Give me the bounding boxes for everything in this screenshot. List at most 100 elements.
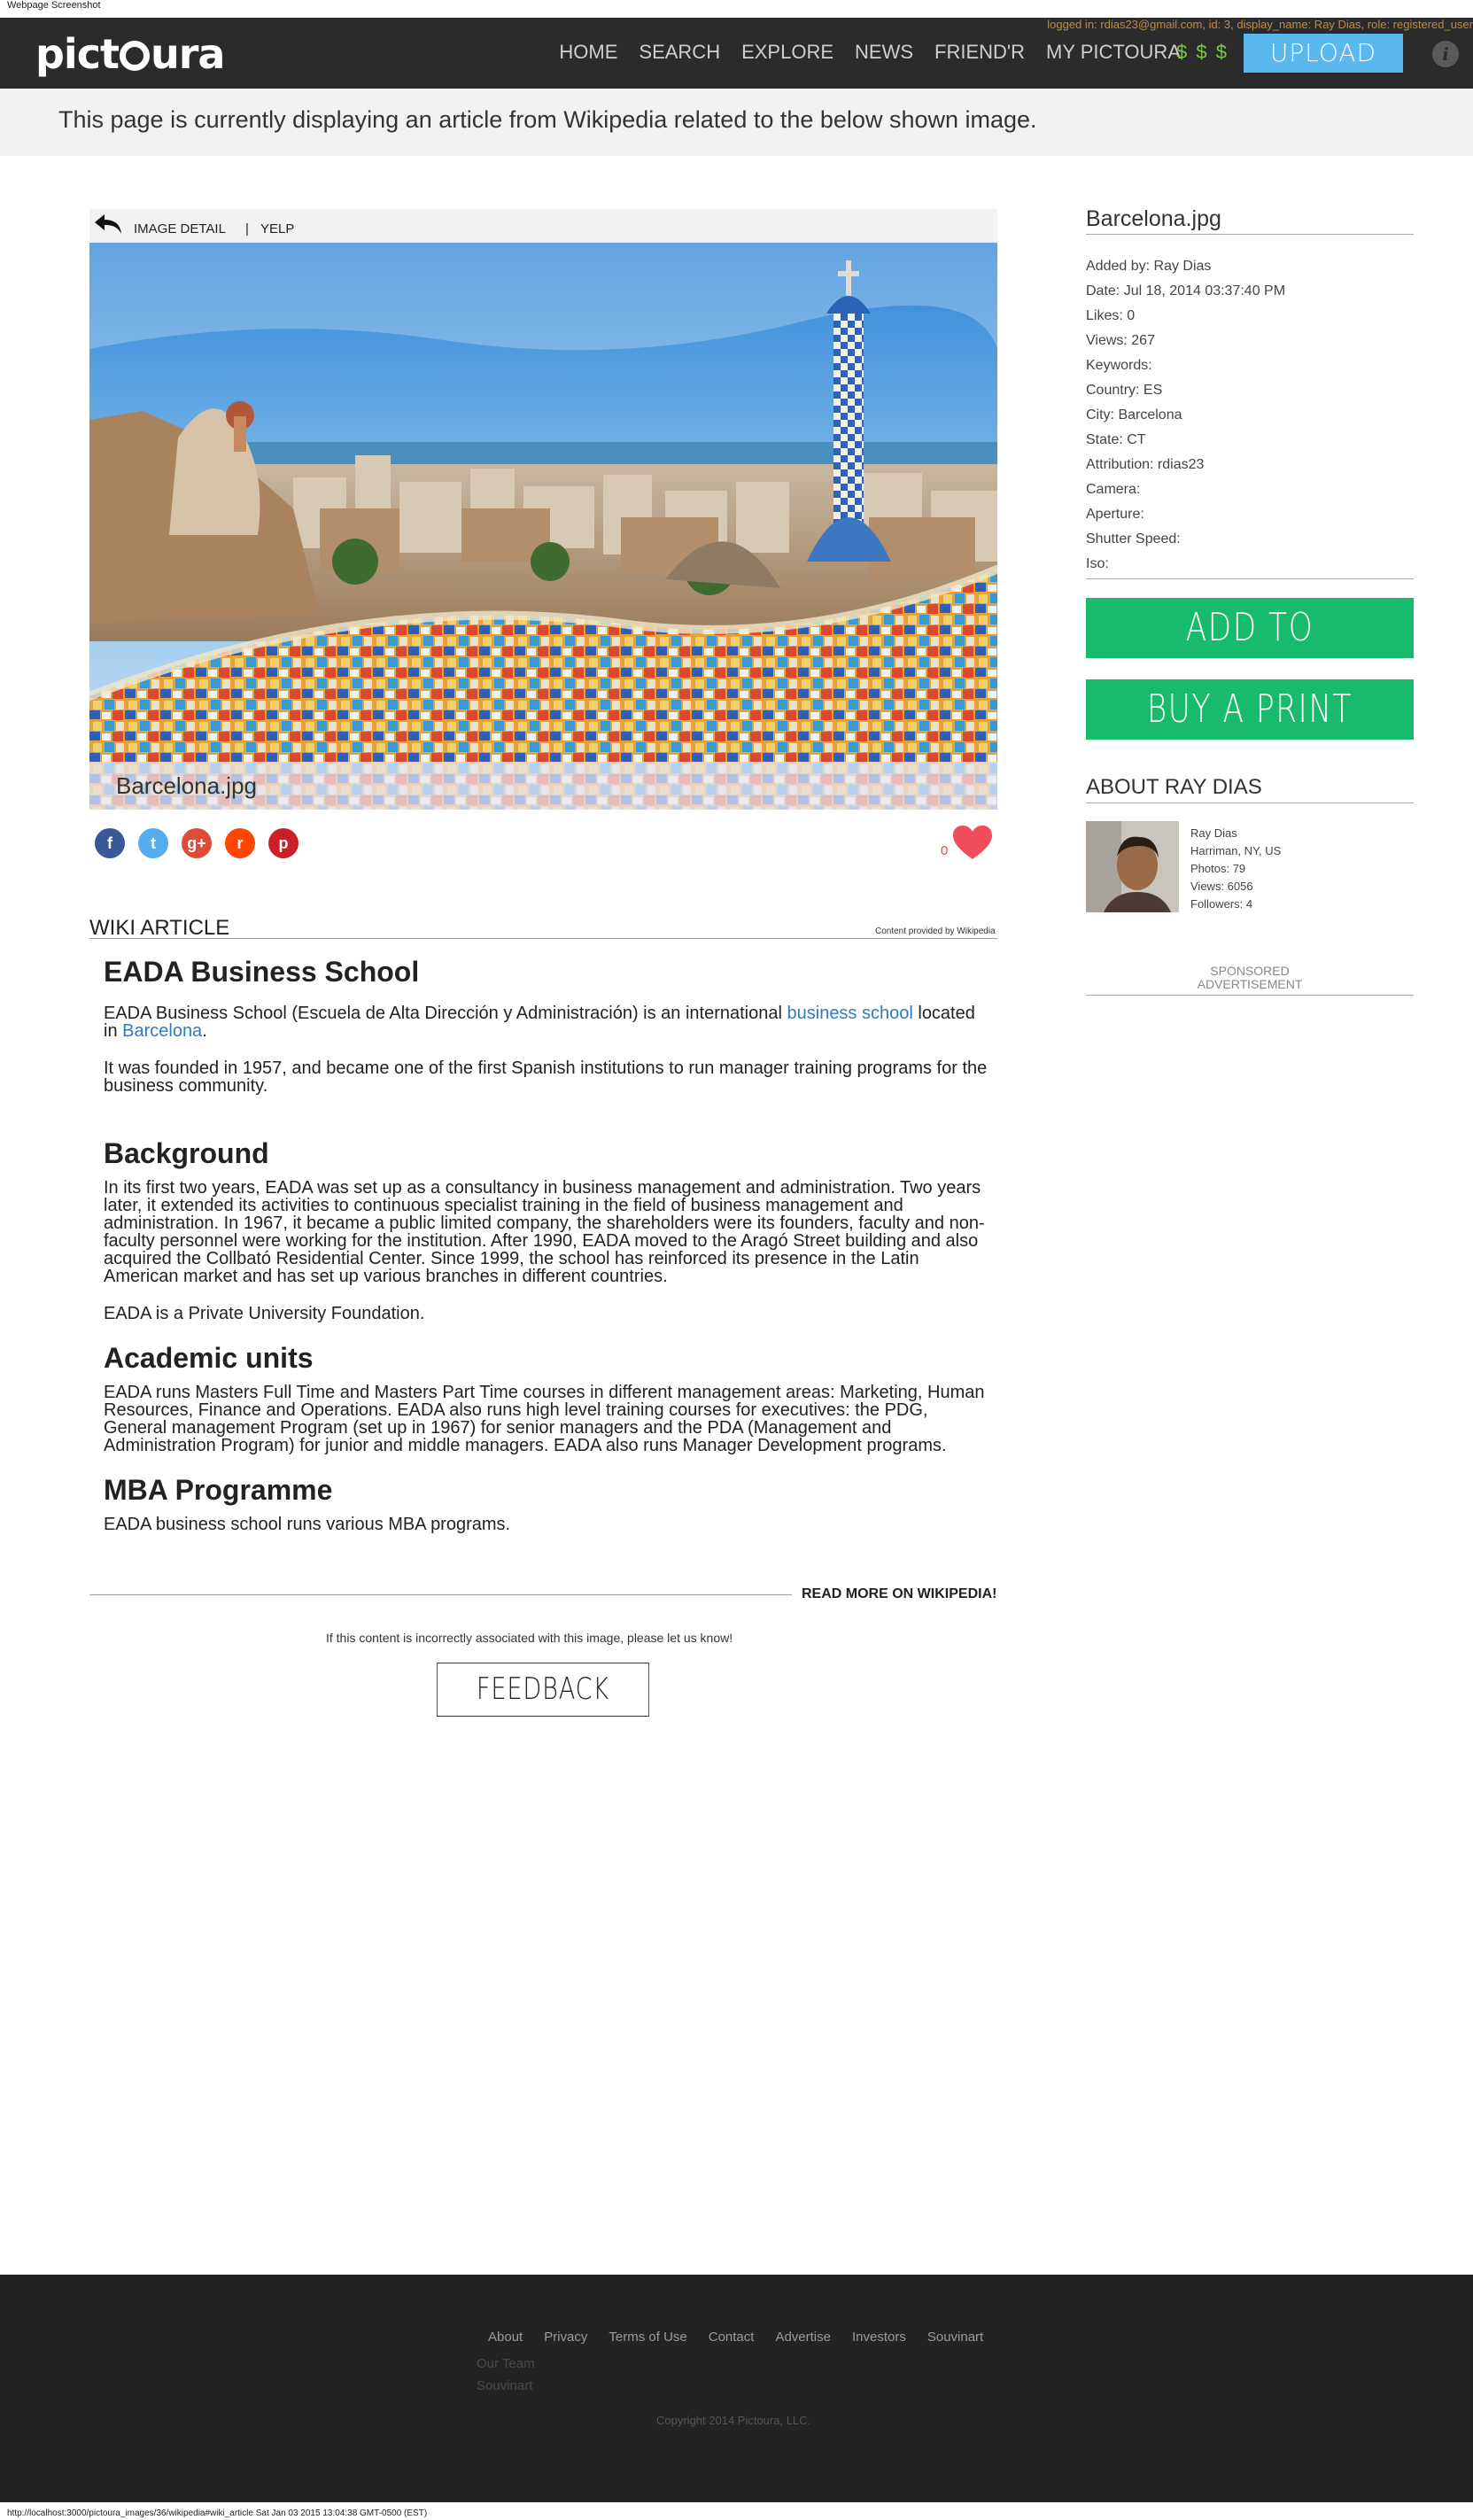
- meta-aperture: Aperture:: [1086, 507, 1144, 522]
- social-share-buttons: f t g+ r p: [95, 828, 298, 858]
- meta-country: Country: ES: [1086, 383, 1163, 398]
- avatar-image: [1086, 821, 1179, 912]
- article-title: EADA Business School: [104, 956, 420, 988]
- heading-academic-units: Academic units: [104, 1342, 314, 1374]
- avatar[interactable]: [1086, 821, 1179, 912]
- read-more-link[interactable]: READ MORE ON WIKIPEDIA!: [802, 1586, 996, 1602]
- crumb-yelp[interactable]: YELP: [260, 221, 294, 236]
- twitter-icon[interactable]: t: [138, 828, 168, 858]
- read-more-divider: [89, 1594, 792, 1595]
- meta-city: City: Barcelona: [1086, 407, 1182, 423]
- photo-caption-bar: Barcelona.jpg: [89, 762, 997, 810]
- image-breadcrumb-bar: IMAGE DETAIL | YELP: [89, 209, 997, 243]
- article-mba: EADA business school runs various MBA pr…: [104, 1515, 511, 1534]
- nav-explore[interactable]: EXPLORE: [741, 41, 833, 64]
- link-business-school[interactable]: business school: [787, 1004, 913, 1023]
- wiki-credit: Content provided by Wikipedia: [875, 927, 996, 936]
- crumb-image-detail[interactable]: IMAGE DETAIL: [134, 221, 226, 236]
- image-meta-list: Added by: Ray Dias Date: Jul 18, 2014 03…: [1086, 254, 1285, 577]
- pinterest-icon[interactable]: p: [268, 828, 298, 858]
- login-info: logged in: rdias23@gmail.com, id: 3, dis…: [1047, 18, 1473, 31]
- screenshot-label: Webpage Screenshot: [7, 0, 101, 11]
- nav-news[interactable]: NEWS: [855, 41, 913, 64]
- meta-date: Date: Jul 18, 2014 03:37:40 PM: [1086, 283, 1286, 299]
- footer-privacy[interactable]: Privacy: [544, 2330, 587, 2345]
- buy-print-label: BUY A PRINT: [1146, 686, 1353, 732]
- meta-added-by: Added by: Ray Dias: [1086, 259, 1212, 274]
- intro-text-end: .: [202, 1021, 207, 1041]
- wiki-article: EADA Business School EADA Business Schoo…: [104, 952, 989, 1553]
- footer-investors[interactable]: Investors: [852, 2330, 906, 2345]
- crumb-separator: |: [245, 221, 249, 236]
- photo-caption: Barcelona.jpg: [116, 772, 257, 799]
- buy-print-button[interactable]: BUY A PRINT: [1086, 679, 1414, 740]
- article-private: EADA is a Private University Foundation.: [104, 1304, 425, 1323]
- profile-followers: Followers: 4: [1190, 897, 1253, 911]
- nav-money[interactable]: $ $ $: [1176, 41, 1229, 64]
- profile-views: Views: 6056: [1190, 880, 1253, 893]
- page-url-timestamp: http://localhost:3000/pictoura_images/36…: [7, 2508, 428, 2518]
- article-background: In its first two years, EADA was set up …: [104, 1178, 985, 1286]
- like-count: 0: [941, 843, 949, 858]
- back-arrow-icon[interactable]: [93, 213, 123, 236]
- sponsored-advertisement: SPONSORED ADVERTISEMENT: [1086, 965, 1414, 991]
- footer-terms[interactable]: Terms of Use: [609, 2330, 686, 2345]
- heading-mba: MBA Programme: [104, 1474, 333, 1506]
- upload-button[interactable]: UPLOAD: [1244, 34, 1403, 73]
- facebook-icon[interactable]: f: [95, 828, 125, 858]
- footer-about-submenu: Our Team Souvinart: [477, 2353, 535, 2397]
- meta-shutter-speed: Shutter Speed:: [1086, 531, 1181, 547]
- notice-text: This page is currently displaying an art…: [58, 106, 1037, 133]
- pictoura-logo[interactable]: pict ura: [35, 30, 225, 78]
- article-founded: It was founded in 1957, and became one o…: [104, 1058, 988, 1096]
- wiki-divider: [89, 938, 997, 939]
- main-photo: Barcelona.jpg: [89, 243, 997, 810]
- nav-search[interactable]: SEARCH: [639, 41, 720, 64]
- main-nav: HOME SEARCH EXPLORE NEWS FRIEND'R MY PIC…: [559, 41, 1181, 64]
- image-title: Barcelona.jpg: [1086, 206, 1221, 231]
- info-icon[interactable]: i: [1432, 41, 1459, 67]
- meta-iso: Iso:: [1086, 556, 1109, 571]
- user-profile-info: Ray Dias Harriman, NY, US Photos: 79 Vie…: [1190, 825, 1281, 913]
- footer-about[interactable]: About: [488, 2330, 523, 2345]
- sponsored-label: SPONSORED: [1210, 964, 1290, 978]
- footer-our-team[interactable]: Our Team: [477, 2353, 535, 2375]
- meta-state: State: CT: [1086, 432, 1146, 447]
- wikipedia-notice-bar: This page is currently displaying an art…: [0, 89, 1473, 156]
- barcelona-photo-illustration: [89, 243, 997, 810]
- advertisement-label: ADVERTISEMENT: [1197, 977, 1303, 991]
- google-plus-icon[interactable]: g+: [182, 828, 212, 858]
- top-navbar: pict ura logged in: rdias23@gmail.com, id…: [0, 18, 1473, 89]
- heart-like-icon[interactable]: [951, 824, 994, 861]
- footer: About Privacy Terms of Use Contact Adver…: [0, 2275, 1473, 2502]
- article-academic: EADA runs Masters Full Time and Masters …: [104, 1383, 985, 1455]
- reddit-icon[interactable]: r: [225, 828, 255, 858]
- article-intro: EADA Business School (Escuela de Alta Di…: [104, 1004, 989, 1040]
- profile-photos: Photos: 79: [1190, 862, 1246, 875]
- footer-advertise[interactable]: Advertise: [775, 2330, 831, 2345]
- profile-location: Harriman, NY, US: [1190, 844, 1282, 857]
- feedback-button[interactable]: FEEDBACK: [437, 1663, 649, 1717]
- meta-likes: Likes: 0: [1086, 308, 1136, 323]
- sidebar-divider: [1086, 578, 1414, 579]
- nav-my-pictoura[interactable]: MY PICTOURA: [1046, 41, 1181, 64]
- meta-camera: Camera:: [1086, 482, 1141, 497]
- footer-links: About Privacy Terms of Use Contact Adver…: [488, 2330, 983, 2345]
- wiki-section-title: WIKI ARTICLE: [89, 916, 230, 940]
- about-user-title: ABOUT RAY DIAS: [1086, 775, 1262, 799]
- footer-contact[interactable]: Contact: [709, 2330, 755, 2345]
- footer-souvinart-sub[interactable]: Souvinart: [477, 2375, 535, 2397]
- link-barcelona[interactable]: Barcelona: [122, 1021, 202, 1041]
- sidebar-divider: [1086, 234, 1414, 235]
- sidebar-divider: [1086, 995, 1414, 996]
- heading-background: Background: [104, 1137, 269, 1169]
- nav-friendr[interactable]: FRIEND'R: [934, 41, 1025, 64]
- add-to-gallery-button[interactable]: ADD TO GALLERY: [1086, 598, 1414, 710]
- profile-name[interactable]: Ray Dias: [1190, 825, 1281, 842]
- intro-text: EADA Business School (Escuela de Alta Di…: [104, 1004, 787, 1023]
- footer-souvinart[interactable]: Souvinart: [927, 2330, 983, 2345]
- copyright: Copyright 2014 Pictoura, LLC.: [656, 2414, 811, 2427]
- nav-home[interactable]: HOME: [559, 41, 617, 64]
- meta-keywords: Keywords:: [1086, 358, 1152, 373]
- meta-views: Views: 267: [1086, 333, 1155, 348]
